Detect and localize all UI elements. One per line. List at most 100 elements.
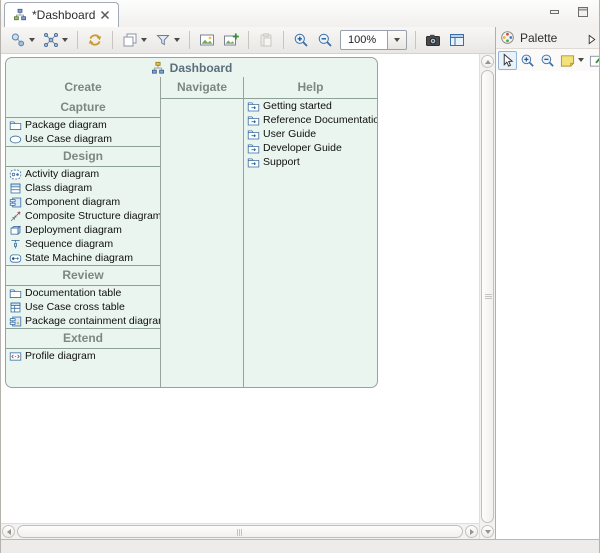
divider: [161, 98, 243, 99]
dashboard-column-navigate: Navigate: [160, 77, 244, 387]
item-label: Support: [263, 156, 300, 168]
palette-zoom-in-tool[interactable]: [518, 51, 537, 70]
dashboard-item[interactable]: Support: [244, 155, 377, 169]
scroll-up-button[interactable]: [481, 55, 494, 68]
dashboard-item[interactable]: Deployment diagram: [6, 223, 160, 237]
composite-icon: [9, 210, 22, 223]
dashboard-item[interactable]: Documentation table: [6, 286, 160, 300]
funnel-icon: [155, 32, 171, 48]
horizontal-scrollbar[interactable]: [1, 523, 479, 539]
helpfolder-icon: [247, 128, 260, 141]
item-label: Composite Structure diagram: [25, 210, 160, 222]
item-label: Package containment diagram: [25, 315, 160, 327]
item-label: Package diagram: [25, 119, 107, 131]
dashboard-item[interactable]: Package containment diagram: [6, 314, 160, 328]
dashboard-panel: Dashboard CreateCapturePackage diagramUs…: [5, 57, 378, 388]
scroll-right-button[interactable]: [465, 525, 478, 538]
palette-zoom-out-tool[interactable]: [538, 51, 557, 70]
section-header: Design: [6, 147, 160, 166]
zoom-out-icon: [317, 32, 333, 48]
select-arrow-icon: [500, 53, 515, 68]
dashboard-title: Dashboard: [6, 58, 377, 77]
main-toolbar: 100%: [1, 27, 495, 54]
copy-rect-icon: [122, 32, 138, 48]
component-icon: [9, 196, 22, 209]
dashboard-item[interactable]: Use Case cross table: [6, 300, 160, 314]
layout-graph-button[interactable]: [40, 29, 71, 51]
paste-icon: [258, 32, 274, 48]
dashboard-item[interactable]: State Machine diagram: [6, 251, 160, 265]
maximize-view-button[interactable]: [577, 6, 589, 18]
diagram-image-button[interactable]: [446, 29, 468, 51]
tab-dashboard[interactable]: *Dashboard: [4, 2, 119, 27]
dashboard-item[interactable]: Composite Structure diagram: [6, 209, 160, 223]
close-icon[interactable]: [100, 10, 110, 20]
dashboard-item[interactable]: Activity diagram: [6, 167, 160, 181]
column-header: Create: [6, 77, 160, 98]
scroll-down-button[interactable]: [481, 525, 494, 538]
arrange-selection-button[interactable]: [7, 29, 38, 51]
editor-tab-bar: *Dashboard: [1, 0, 599, 27]
dashboard-item[interactable]: Package diagram: [6, 118, 160, 132]
zoom-in-button[interactable]: [290, 29, 312, 51]
palette-panel: Palette: [495, 27, 600, 539]
expand-arrow-icon[interactable]: [586, 32, 597, 43]
folder-icon: [9, 119, 22, 132]
section-header: Extend: [6, 329, 160, 348]
column-header: Navigate: [161, 77, 243, 98]
diagram-canvas[interactable]: Dashboard CreateCapturePackage diagramUs…: [1, 54, 479, 523]
horizontal-scrollbar-thumb[interactable]: [17, 525, 463, 538]
sync-with-model-button[interactable]: [84, 29, 106, 51]
chevron-left-icon: [7, 529, 11, 535]
zoom-level-value[interactable]: 100%: [340, 30, 388, 50]
item-label: Sequence diagram: [25, 238, 113, 250]
scroll-left-button[interactable]: [2, 525, 15, 538]
zoom-combo-dropdown-button[interactable]: [388, 30, 407, 50]
annotate-icon: [589, 53, 600, 68]
snapshot-button[interactable]: [422, 29, 444, 51]
chevron-down-icon: [174, 38, 180, 42]
dashboard-item[interactable]: Class diagram: [6, 181, 160, 195]
grip-icon: [485, 294, 492, 295]
tab-label: *Dashboard: [32, 8, 95, 22]
activity-icon: [9, 168, 22, 181]
item-label: Use Case diagram: [25, 133, 112, 145]
palette-icon: [500, 30, 515, 45]
dashboard-item[interactable]: User Guide: [244, 127, 377, 141]
vertical-scrollbar-thumb[interactable]: [481, 70, 494, 523]
containment-icon: [9, 315, 22, 328]
minimize-view-button[interactable]: [549, 6, 561, 18]
camera-icon: [425, 32, 441, 48]
note-tool[interactable]: [558, 51, 586, 70]
link-note-tool[interactable]: [587, 51, 600, 70]
dashboard-item[interactable]: Getting started: [244, 99, 377, 113]
chevron-down-icon: [394, 38, 400, 42]
image-icon: [199, 32, 215, 48]
dashboard-item[interactable]: Reference Documentation: [244, 113, 377, 127]
copy-appearance-button[interactable]: [119, 29, 150, 51]
zoom-out-icon: [540, 53, 555, 68]
item-label: Deployment diagram: [25, 224, 122, 236]
chevron-down-icon: [578, 58, 584, 62]
dashboard-item[interactable]: Use Case diagram: [6, 132, 160, 146]
dashboard-item[interactable]: Developer Guide: [244, 141, 377, 155]
dashboard-item[interactable]: Component diagram: [6, 195, 160, 209]
zoom-in-icon: [293, 32, 309, 48]
chevron-up-icon: [485, 60, 491, 64]
section-header: Review: [6, 266, 160, 285]
add-image-button[interactable]: [220, 29, 242, 51]
palette-header[interactable]: Palette: [496, 27, 600, 49]
toolbar-separator: [415, 31, 416, 49]
folder-icon: [9, 287, 22, 300]
column-header: Help: [244, 77, 377, 98]
select-tool[interactable]: [498, 51, 517, 70]
filters-button[interactable]: [152, 29, 183, 51]
dashboard-item[interactable]: Sequence diagram: [6, 237, 160, 251]
vertical-scrollbar[interactable]: [479, 54, 495, 539]
dashboard-icon: [151, 61, 165, 75]
item-label: Activity diagram: [25, 168, 99, 180]
toolbar-separator: [77, 31, 78, 49]
insert-image-button[interactable]: [196, 29, 218, 51]
zoom-out-button[interactable]: [314, 29, 336, 51]
dashboard-item[interactable]: Profile diagram: [6, 349, 160, 363]
